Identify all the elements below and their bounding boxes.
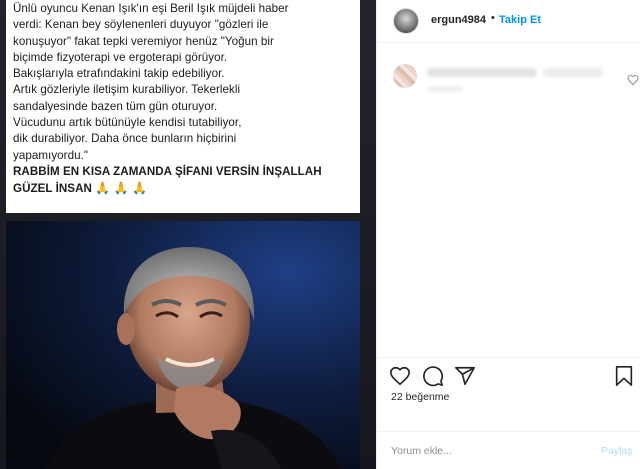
blurred-comment-text	[543, 68, 603, 77]
profile-avatar[interactable]	[393, 8, 419, 34]
share-icon[interactable]	[454, 365, 476, 387]
praying-hands-emoji: 🙏 🙏 🙏	[95, 181, 147, 196]
bookmark-icon[interactable]	[613, 365, 635, 387]
caption-bold-line: RABBİM EN KISA ZAMANDA ŞİFANI VERSİN İNŞ…	[13, 164, 322, 178]
caption-line: Vücudunu artık bütünüyle kendisi tutabil…	[13, 116, 242, 130]
caption-line: Ünlü oyuncu Kenan Işık'ın eşi Beril Işık…	[13, 2, 289, 15]
separator-dot: •	[491, 12, 495, 24]
caption-line: Bakışlarıyla etrafındakini takip edebili…	[13, 67, 225, 81]
caption-line: konuşuyor" fakat tepki veremiyor henüz "…	[13, 34, 274, 48]
post-actions	[377, 357, 640, 391]
caption-line: Artık gözleriyle iletişim kurabiliyor. T…	[13, 83, 241, 97]
comment-icon[interactable]	[422, 365, 444, 387]
caption-bold-line-with-emoji: GÜZEL İNSAN 🙏 🙏 🙏	[13, 180, 360, 197]
post-side-panel: ergun4984 • Takip Et 22 beğenme Paylaş	[376, 0, 640, 469]
caption-bold-text: GÜZEL İNSAN	[13, 182, 92, 196]
follow-button[interactable]: Takip Et	[499, 14, 541, 26]
add-comment-bar: Paylaş	[377, 431, 640, 469]
post-header: ergun4984 • Takip Et	[377, 0, 640, 43]
blurred-meta	[427, 86, 463, 92]
commenter-avatar[interactable]	[393, 64, 417, 88]
caption-line: biçimde fizyoterapi ve ergoterapi görüyo…	[13, 50, 228, 64]
blurred-comment	[393, 62, 639, 102]
blurred-username	[427, 68, 537, 77]
portrait-photo	[6, 221, 360, 469]
caption-line: verdi: Kenan bey söylenenleri duyuyor "g…	[13, 18, 269, 32]
comment-input[interactable]	[391, 443, 591, 459]
heart-icon[interactable]	[389, 365, 411, 387]
likes-count[interactable]: 22 beğenme	[391, 391, 449, 403]
comment-heart-icon[interactable]	[627, 74, 639, 86]
caption-line: yapamıyordu."	[13, 148, 89, 162]
caption-line: dik durabiliyor. Daha önce bunların hiçb…	[13, 132, 237, 146]
post-media: Ünlü oyuncu Kenan Işık'ın eşi Beril Işık…	[0, 0, 376, 469]
caption-line: sandalyesinde bazen tüm gün oturuyor.	[13, 99, 218, 113]
post-comment-button[interactable]: Paylaş	[601, 445, 633, 457]
caption-card: Ünlü oyuncu Kenan Işık'ın eşi Beril Işık…	[6, 0, 360, 213]
portrait-illustration	[46, 246, 341, 469]
username-link[interactable]: ergun4984	[431, 14, 486, 26]
